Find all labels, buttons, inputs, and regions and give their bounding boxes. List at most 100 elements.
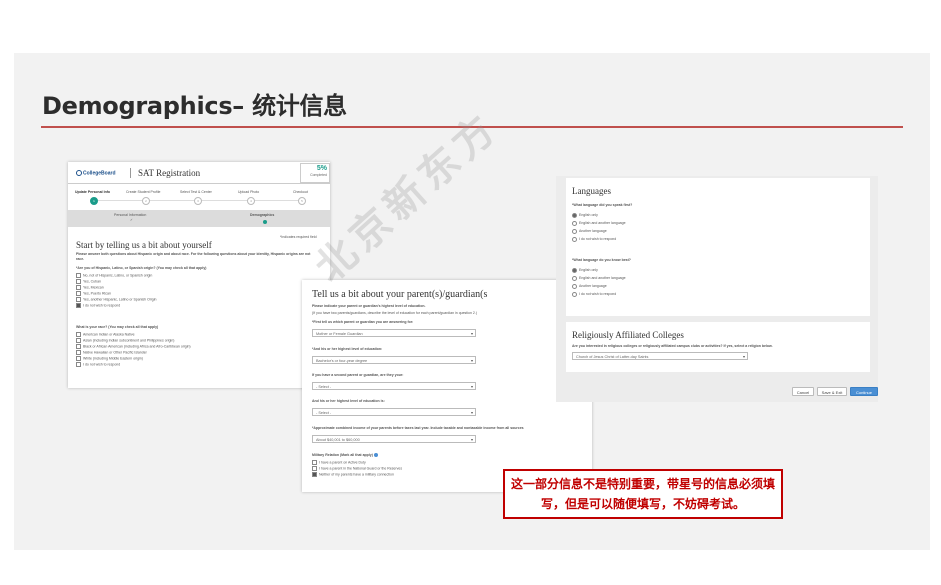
- language-option[interactable]: I do not wish to respond: [572, 290, 626, 298]
- colleges-card: Religiously Affiliated Colleges Are you …: [566, 322, 870, 372]
- checkbox[interactable]: [76, 361, 81, 367]
- checkbox[interactable]: [76, 284, 81, 290]
- checkbox[interactable]: [76, 273, 81, 278]
- race-option[interactable]: I do not wish to respond: [76, 361, 191, 368]
- parent-intro-2: (If you have two parents/guardians, desc…: [312, 311, 477, 315]
- current-substep-indicator: [263, 220, 267, 224]
- step-dot-1[interactable]: 1: [90, 197, 98, 205]
- language-best-question: *What language do you know best?: [572, 258, 631, 262]
- parent-q5: *Approximate combined income of your par…: [312, 426, 524, 430]
- checkbox-checked[interactable]: [76, 302, 81, 308]
- checkbox[interactable]: [76, 337, 81, 343]
- colleges-heading: Religiously Affiliated Colleges: [572, 330, 684, 340]
- section-heading: Start by telling us a bit about yourself: [76, 240, 212, 250]
- registration-screenshot-right: Languages *What language did you speak f…: [556, 176, 878, 402]
- language-best-options: English only English and another languag…: [572, 266, 626, 298]
- step-dot-3[interactable]: 3: [194, 197, 202, 205]
- language-option[interactable]: English only: [572, 266, 626, 274]
- parent-education-select[interactable]: Bachelor's or four-year degree: [312, 356, 476, 365]
- step-label-2[interactable]: Create Student Profile: [126, 190, 160, 196]
- language-option[interactable]: English and another language: [572, 219, 626, 227]
- radio[interactable]: [572, 236, 577, 242]
- military-options: I have a parent on Active Duty I have a …: [312, 460, 402, 478]
- radio[interactable]: [572, 291, 577, 297]
- language-option[interactable]: Another language: [572, 227, 626, 235]
- second-parent-education-select[interactable]: - Select -: [312, 408, 476, 417]
- continue-button[interactable]: Continue: [850, 387, 878, 396]
- radio[interactable]: [572, 275, 577, 281]
- callout-note: 这一部分信息不是特别重要，带星号的信息必须填 写，但是可以随便填写，不妨碍考试。: [503, 469, 783, 519]
- race-option[interactable]: Asian (including Indian subcontinent and…: [76, 337, 191, 344]
- language-option[interactable]: Another language: [572, 282, 626, 290]
- slide-title: Demographics– 统计信息: [42, 92, 347, 120]
- collegeboard-logo: CollegeBoard: [76, 170, 116, 176]
- parent-intro-1: Please indicate your parent or guardian'…: [312, 304, 426, 308]
- parent-q2: *And his or her highest level of educati…: [312, 347, 383, 351]
- checkbox[interactable]: [76, 278, 81, 284]
- parent-q3: If you have a second parent or guardian,…: [312, 373, 404, 377]
- checkbox-checked[interactable]: [312, 471, 317, 477]
- parent-q1: *First tell us which parent or guardian …: [312, 320, 414, 324]
- checkbox[interactable]: [76, 332, 81, 337]
- step-label-4[interactable]: Upload Photo: [238, 190, 259, 196]
- registration-screenshot-middle: Tell us a bit about your parent(s)/guard…: [302, 280, 592, 492]
- substep-demographics[interactable]: Demographics: [250, 213, 274, 219]
- military-question: Military Relation (Mark all that apply): [312, 453, 378, 459]
- cancel-button[interactable]: Cancel: [792, 387, 814, 396]
- hispanic-options: No, not of Hispanic, Latino, or Spanish …: [76, 273, 156, 309]
- languages-card: Languages *What language did you speak f…: [566, 178, 870, 316]
- callout-line-2: 写，但是可以随便填写，不妨碍考试。: [540, 497, 745, 511]
- religion-select[interactable]: Church of Jesus Christ of Latter-day Sai…: [572, 352, 748, 361]
- race-option[interactable]: Black or African American (including Afr…: [76, 343, 191, 350]
- radio-selected[interactable]: [572, 212, 577, 218]
- progress-box: 5% Completed: [300, 163, 330, 183]
- progress-percent: 5%: [316, 165, 327, 172]
- save-exit-button[interactable]: Save & Exit: [817, 387, 847, 396]
- military-option[interactable]: I have a parent in the National Guard or…: [312, 465, 402, 472]
- language-first-options: English only English and another languag…: [572, 211, 626, 243]
- checkbox[interactable]: [76, 343, 81, 349]
- checkbox[interactable]: [76, 355, 81, 361]
- language-option[interactable]: English and another language: [572, 274, 626, 282]
- parent-q4: And his or her highest level of educatio…: [312, 399, 385, 403]
- step-dot-4[interactable]: 4: [247, 197, 255, 205]
- military-option[interactable]: Neither of my parents have a military co…: [312, 471, 402, 478]
- race-question: What is your race? (You may check all th…: [76, 325, 159, 329]
- radio[interactable]: [572, 228, 577, 234]
- checkbox[interactable]: [76, 349, 81, 355]
- parent-relation-select[interactable]: Mother or Female Guardian: [312, 329, 476, 338]
- radio-selected[interactable]: [572, 267, 577, 273]
- collegeboard-logo-icon: [76, 170, 82, 176]
- step-label-5[interactable]: Checkout: [293, 190, 308, 196]
- hispanic-option[interactable]: Yes, another Hispanic, Latino or Spanish…: [76, 296, 156, 303]
- language-option[interactable]: I do not wish to respond: [572, 235, 626, 243]
- registration-screenshot-left: CollegeBoard SAT Registration 5% Complet…: [68, 162, 330, 388]
- intro-text-1: Please answer both questions about Hispa…: [76, 252, 311, 256]
- app-title: SAT Registration: [138, 168, 201, 178]
- checkbox[interactable]: [312, 460, 317, 465]
- checkbox[interactable]: [76, 290, 81, 296]
- second-parent-select[interactable]: - Select -: [312, 382, 476, 391]
- progress-label: Completed: [310, 173, 327, 177]
- check-icon: ✓: [130, 218, 133, 222]
- checkbox[interactable]: [76, 296, 81, 302]
- radio[interactable]: [572, 283, 577, 289]
- checkbox[interactable]: [312, 465, 317, 471]
- callout-line-1: 这一部分信息不是特别重要，带星号的信息必须填: [510, 477, 775, 491]
- intro-text-2: race.: [76, 257, 85, 261]
- income-select[interactable]: About $40,001 to $60,000: [312, 435, 476, 444]
- languages-heading: Languages: [572, 186, 611, 196]
- info-icon[interactable]: [373, 453, 378, 458]
- step-label-1[interactable]: Update Personal Info: [75, 190, 110, 196]
- step-dot-5[interactable]: 5: [298, 197, 306, 205]
- race-options: American Indian or Alaska Native Asian (…: [76, 332, 191, 368]
- substep-bar: [68, 210, 330, 227]
- colleges-question: Are you interested in religious colleges…: [572, 344, 773, 348]
- radio[interactable]: [572, 220, 577, 226]
- hispanic-question: *Are you of Hispanic, Latino, or Spanish…: [76, 266, 207, 270]
- step-dot-2[interactable]: 2: [142, 197, 150, 205]
- step-label-3[interactable]: Select Test & Center: [180, 190, 212, 196]
- hispanic-option[interactable]: I do not wish to respond: [76, 302, 156, 309]
- header-divider: [68, 183, 330, 184]
- language-option[interactable]: English only: [572, 211, 626, 219]
